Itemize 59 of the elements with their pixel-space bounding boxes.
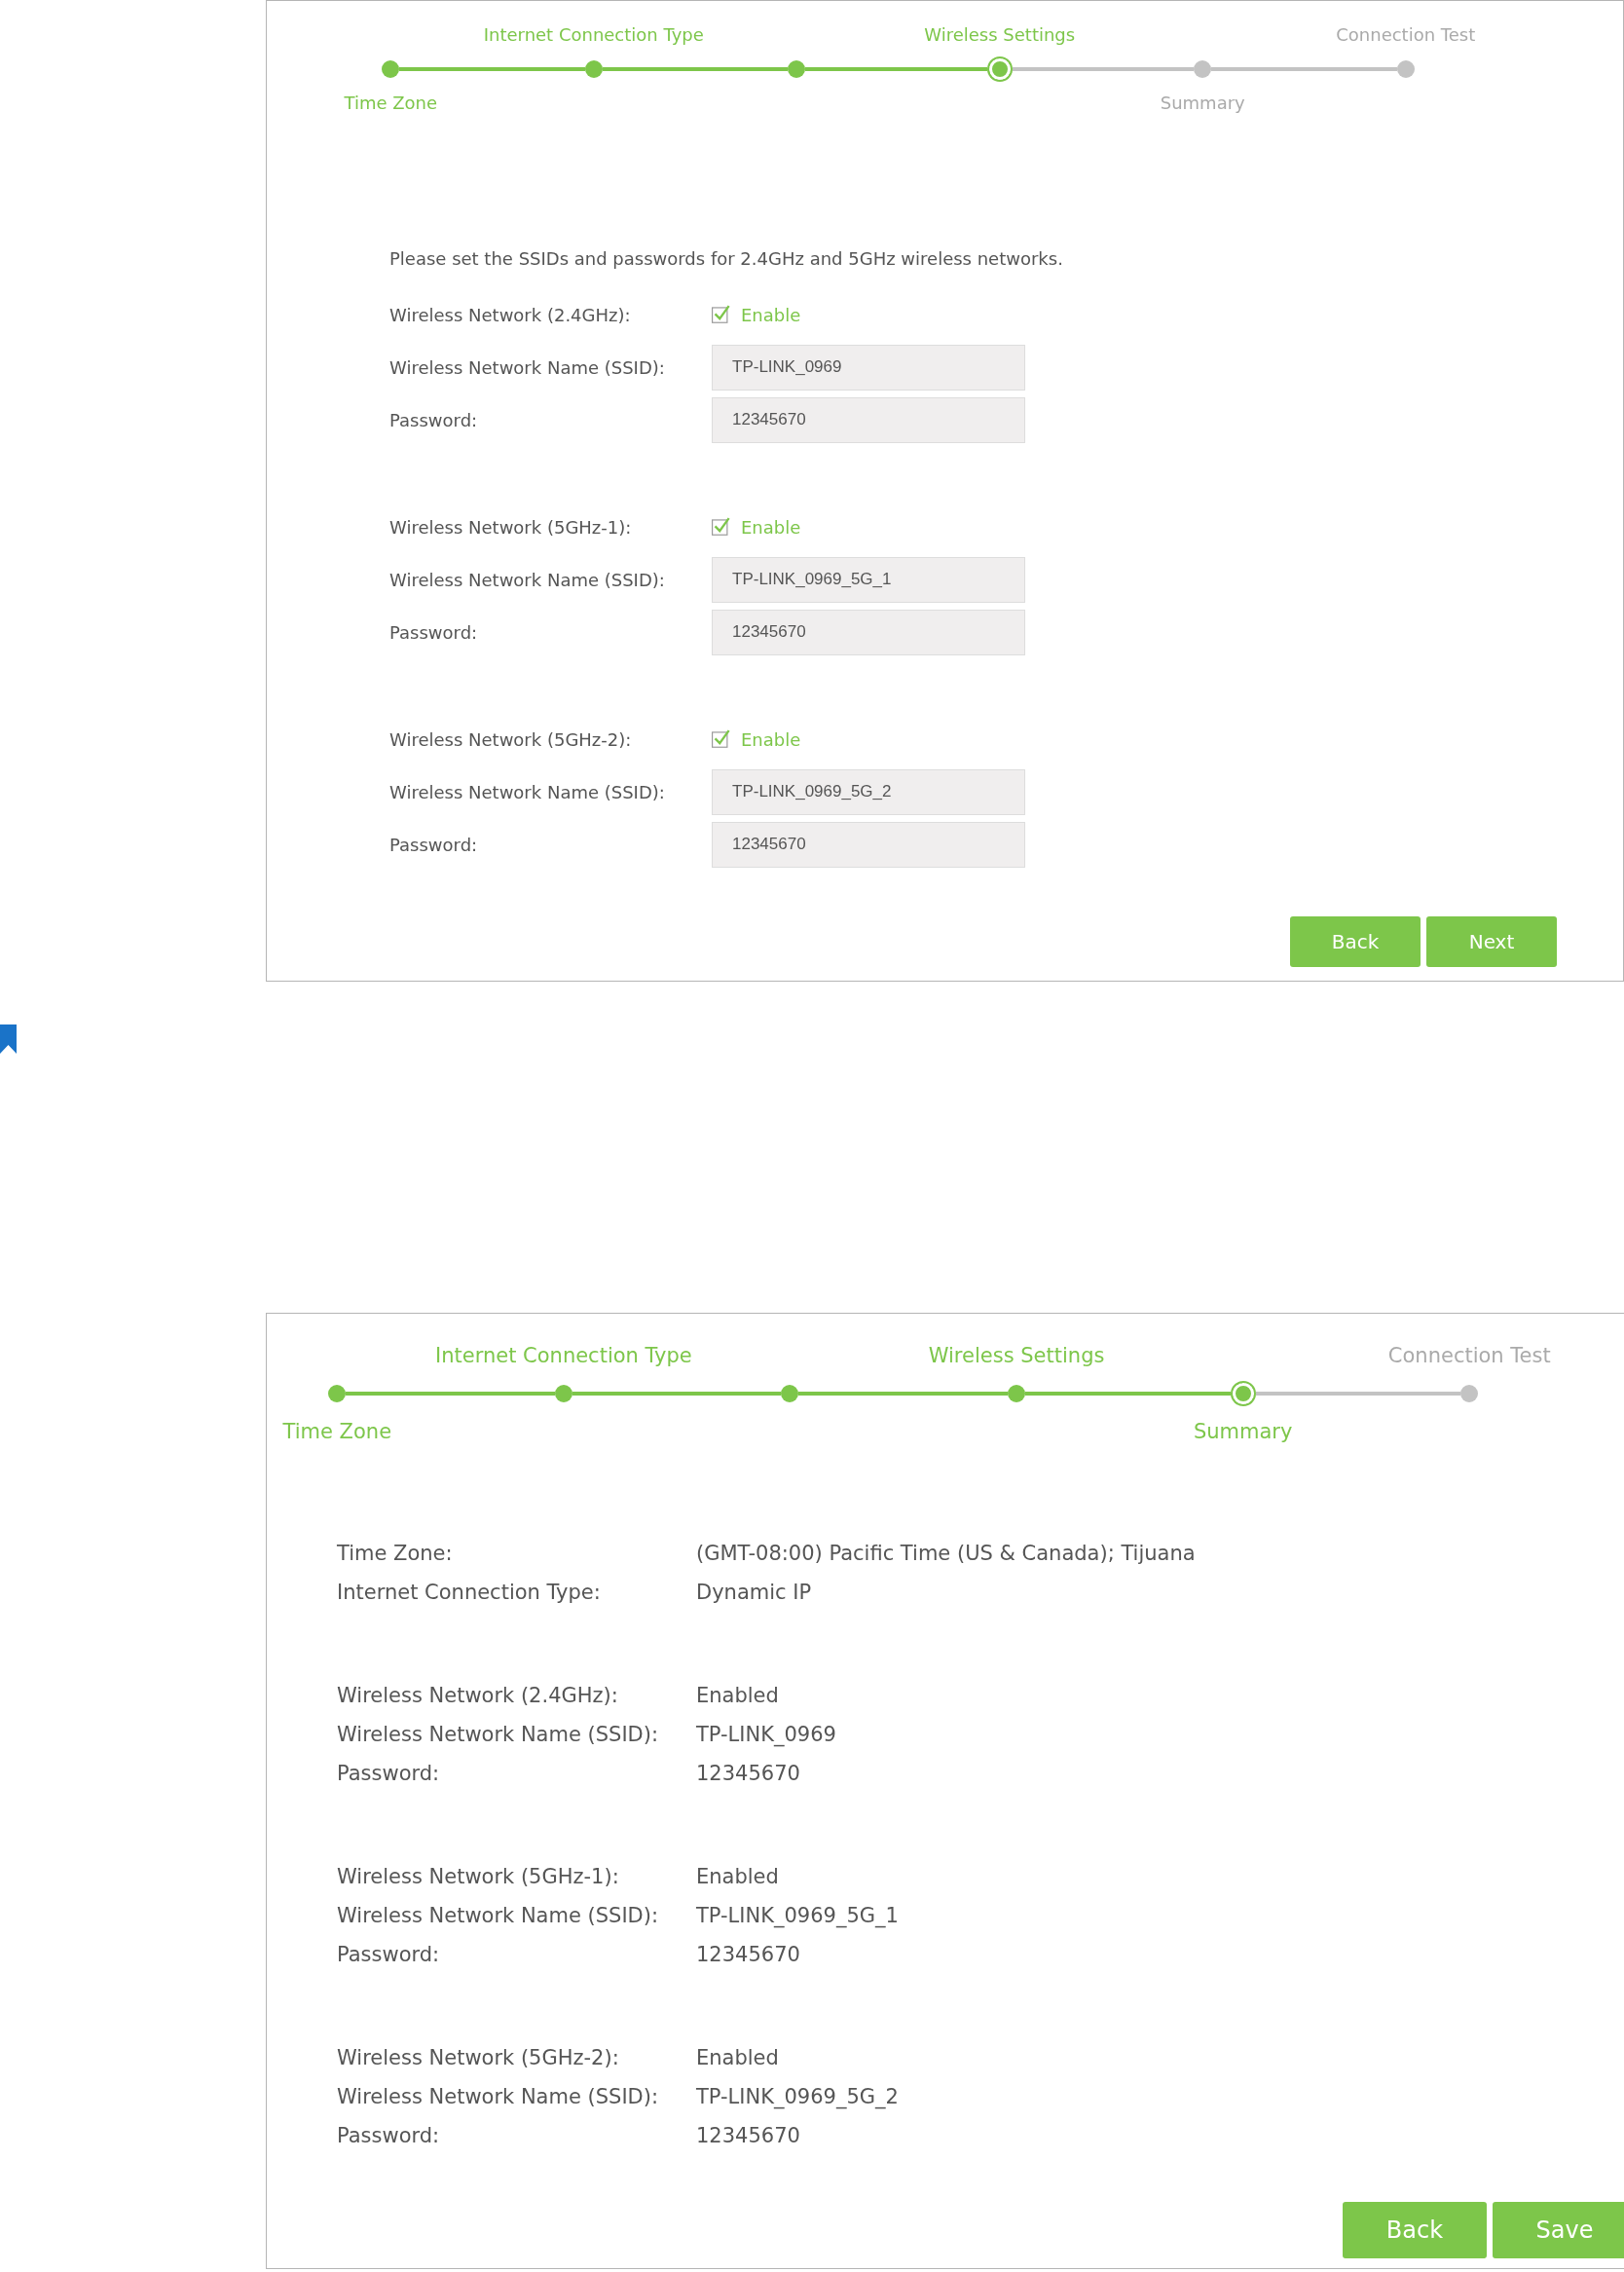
step-label: Time Zone [344, 92, 438, 115]
field-label: Wireless Network Name (SSID): [389, 356, 666, 378]
step-label: Internet Connection Type [435, 1343, 692, 1369]
summary-value: 12345670 [696, 1943, 800, 1966]
summary-value: TP-LINK_0969_5G_2 [696, 2085, 899, 2108]
ssid-field[interactable]: TP-LINK_0969_5G_1 [712, 556, 1025, 603]
summary-label: Time Zone: [337, 1542, 454, 1565]
password-field[interactable]: 12345670 [712, 821, 1025, 868]
checkbox[interactable] [712, 517, 731, 537]
step-label: Connection Test [1336, 23, 1476, 47]
summary-label: Password: [337, 1943, 441, 1966]
checkbox[interactable] [712, 305, 731, 324]
field-label: Wireless Network (2.4GHz): [389, 304, 632, 325]
password-field[interactable]: 12345670 [712, 609, 1025, 655]
field-label: Wireless Network (5GHz-1): [389, 516, 633, 538]
summary-label: Internet Connection Type: [337, 1581, 602, 1604]
wizard-button[interactable]: Save [1493, 2202, 1624, 2258]
summary-value: Enabled [696, 1865, 779, 1888]
step-label: Internet Connection Type [483, 23, 704, 47]
wizard-button[interactable]: Back [1290, 916, 1421, 967]
field-label: Wireless Network (5GHz-2): [389, 728, 633, 750]
wizard-button[interactable]: Back [1343, 2202, 1487, 2258]
checkbox-label[interactable]: Enable [741, 304, 801, 325]
ssid-field[interactable]: TP-LINK_0969_5G_2 [712, 768, 1025, 815]
summary-value: Dynamic IP [696, 1581, 812, 1604]
field-label: Wireless Network Name (SSID): [389, 781, 666, 802]
step-label: Time Zone [282, 1419, 392, 1445]
wizard-button[interactable]: Next [1426, 916, 1557, 967]
bookmark-icon [0, 1024, 17, 1054]
summary-label: Wireless Network Name (SSID): [337, 2085, 659, 2108]
checkbox[interactable] [712, 729, 731, 749]
field-label: Password: [389, 834, 479, 855]
summary-label: Password: [337, 1762, 441, 1785]
summary-value: TP-LINK_0969_5G_1 [696, 1904, 899, 1927]
summary-value: Enabled [696, 1684, 779, 1707]
summary-label: Wireless Network (2.4GHz): [337, 1684, 619, 1707]
intro-text: Please set the SSIDs and passwords for 2.4GHz and 5GHz wireless networks. [389, 248, 1064, 269]
field-label: Password: [389, 409, 479, 430]
field-label: Wireless Network Name (SSID): [389, 569, 666, 590]
step-label: Summary [1160, 92, 1245, 115]
summary-value: Enabled [696, 2046, 779, 2069]
summary-value: (GMT-08:00) Pacific Time (US & Canada); Tijuana [696, 1542, 1196, 1565]
summary-value: 12345670 [696, 1762, 800, 1785]
field-label: Password: [389, 621, 479, 643]
summary-value: 12345670 [696, 2124, 800, 2147]
summary-label: Wireless Network Name (SSID): [337, 1723, 659, 1746]
summary-label: Wireless Network (5GHz-1): [337, 1865, 620, 1888]
summary-label: Password: [337, 2124, 441, 2147]
summary-label: Wireless Network (5GHz-2): [337, 2046, 620, 2069]
summary-value: TP-LINK_0969 [696, 1723, 836, 1746]
step-label: Wireless Settings [924, 23, 1076, 47]
step-label: Summary [1193, 1419, 1293, 1445]
step-label: Connection Test [1387, 1343, 1551, 1369]
summary-label: Wireless Network Name (SSID): [337, 1904, 659, 1927]
step-label: Wireless Settings [928, 1343, 1105, 1369]
ssid-field[interactable]: TP-LINK_0969 [712, 344, 1025, 391]
checkbox-label[interactable]: Enable [741, 728, 801, 750]
password-field[interactable]: 12345670 [712, 396, 1025, 443]
checkbox-label[interactable]: Enable [741, 516, 801, 538]
